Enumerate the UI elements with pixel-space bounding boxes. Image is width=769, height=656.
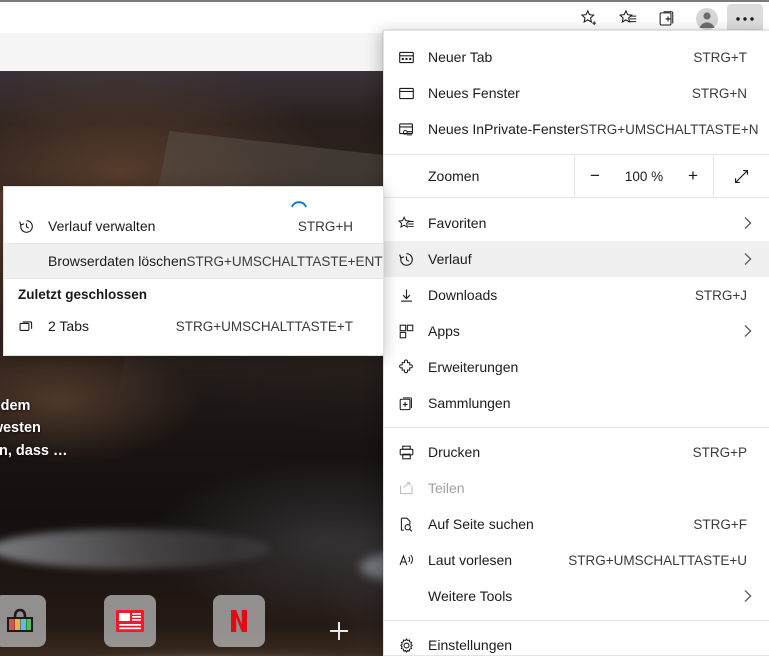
fullscreen-icon[interactable]: [713, 154, 769, 198]
collections-icon: [384, 395, 428, 412]
history-item-shortcut: STRG+UMSCHALTTASTE+ENTF: [186, 253, 384, 269]
share-icon: [384, 480, 428, 497]
shortcut-tile-news[interactable]: [104, 595, 156, 647]
shortcut-tile-netflix[interactable]: [213, 595, 265, 647]
recently-closed-item-2-tabs[interactable]: 2 Tabs STRG+UMSCHALTTASTE+T: [4, 309, 383, 343]
menu-item-label: Auf Seite suchen: [428, 516, 534, 532]
chevron-right-icon: [743, 252, 753, 267]
downloads-icon: [384, 287, 428, 304]
menu-item-label: Apps: [428, 323, 460, 339]
chevron-right-icon: [743, 324, 753, 339]
history-clock-icon: [384, 251, 428, 268]
menu-item-new-inprivate-window[interactable]: Neues InPrivate-Fenster STRG+UMSCHALTTAS…: [384, 111, 769, 147]
settings-and-more-icon[interactable]: [727, 4, 763, 33]
browser-toolbar: [0, 0, 769, 33]
menu-item-label: Neues Fenster: [428, 85, 520, 101]
menu-item-shortcut: STRG+F: [693, 516, 747, 532]
menu-item-print[interactable]: Drucken STRG+P: [384, 434, 769, 470]
collections-icon[interactable]: [649, 4, 686, 33]
profile-avatar[interactable]: [688, 4, 725, 33]
menu-item-new-tab[interactable]: Neuer Tab STRG+T: [384, 39, 769, 75]
menu-item-label: Sammlungen: [428, 395, 511, 411]
recently-closed-item-label: 2 Tabs: [48, 318, 89, 334]
recently-closed-group-title: Zuletzt geschlossen: [18, 286, 148, 302]
zoom-in-button[interactable]: +: [673, 154, 713, 198]
menu-item-label: Drucken: [428, 444, 481, 460]
edge-settings-menu: Neuer Tab STRG+T Neues Fenster STRG+N Ne…: [383, 30, 769, 656]
menu-item-extensions[interactable]: Erweiterungen: [384, 349, 769, 385]
menu-item-label: Favoriten: [428, 215, 487, 231]
menu-item-shortcut: STRG+UMSCHALTTASTE+N: [579, 121, 759, 137]
news-teaser-text: ber dem üdwesten agen, dass …: [0, 398, 68, 459]
menu-item-apps[interactable]: Apps: [384, 313, 769, 349]
store-icon: [7, 608, 33, 632]
shortcut-tile-store[interactable]: [0, 595, 46, 647]
menu-item-more-tools[interactable]: Weitere Tools: [384, 578, 769, 614]
menu-item-find-on-page[interactable]: Auf Seite suchen STRG+F: [384, 506, 769, 542]
apps-grid-icon: [384, 323, 428, 340]
zoom-label: Zoomen: [428, 168, 480, 184]
menu-item-favorites[interactable]: Favoriten: [384, 205, 769, 241]
history-item-clear-browsing-data[interactable]: Browserdaten löschen STRG+UMSCHALTTASTE+…: [4, 244, 383, 278]
zoom-out-button[interactable]: −: [575, 154, 615, 198]
history-item-shortcut: STRG+H: [297, 218, 353, 234]
tabs-icon: [4, 318, 48, 335]
extensions-puzzle-icon: [384, 359, 428, 376]
background-surf-1: [0, 529, 270, 569]
menu-item-read-aloud[interactable]: Laut vorlesen STRG+UMSCHALTTASTE+U: [384, 542, 769, 578]
menu-item-label: Laut vorlesen: [428, 552, 513, 568]
menu-item-label: Verlauf: [428, 251, 472, 267]
find-on-page-icon: [384, 516, 428, 533]
menu-item-label: Neues InPrivate-Fenster: [428, 121, 580, 137]
history-item-label: Browserdaten löschen: [48, 253, 187, 269]
mouse-cursor-crosshair: [330, 622, 348, 640]
print-icon: [384, 444, 428, 461]
history-item-manage-history[interactable]: Verlauf verwalten STRG+H: [4, 209, 383, 243]
menu-item-label: Downloads: [428, 287, 498, 303]
read-aloud-icon: [384, 552, 428, 569]
menu-item-shortcut: STRG+T: [693, 49, 747, 65]
history-item-label: Verlauf verwalten: [48, 218, 156, 234]
zoom-row: Zoomen − 100 % +: [384, 154, 769, 198]
menu-item-history[interactable]: Verlauf: [384, 241, 769, 277]
gear-icon: [384, 637, 428, 654]
favorites-star-icon: [384, 215, 428, 232]
add-favorite-icon[interactable]: [571, 4, 608, 33]
menu-separator: [384, 427, 769, 428]
menu-item-collections[interactable]: Sammlungen: [384, 385, 769, 421]
favorites-icon[interactable]: [610, 4, 647, 33]
menu-item-label: Weitere Tools: [428, 588, 513, 604]
news-icon: [116, 610, 144, 632]
menu-item-shortcut: STRG+N: [691, 85, 747, 101]
history-flyout-header: [4, 187, 383, 209]
new-tab-icon: [384, 49, 428, 66]
inprivate-window-icon: [384, 121, 428, 138]
zoom-controls: − 100 % +: [574, 154, 713, 198]
menu-item-shortcut: STRG+P: [692, 444, 747, 460]
menu-item-label: Neuer Tab: [428, 49, 493, 65]
menu-item-shortcut: STRG+UMSCHALTTASTE+U: [568, 552, 747, 568]
recently-closed-item-shortcut: STRG+UMSCHALTTASTE+T: [175, 318, 353, 334]
menu-item-label: Teilen: [428, 480, 465, 496]
chevron-right-icon: [743, 216, 753, 231]
chevron-right-icon: [743, 589, 753, 604]
zoom-level-value: 100 %: [624, 168, 664, 184]
screen: ber dem üdwesten agen, dass …: [0, 0, 769, 656]
menu-item-settings[interactable]: Einstellungen: [384, 627, 769, 655]
netflix-icon: [231, 610, 247, 632]
menu-separator: [384, 620, 769, 621]
history-clock-icon: [4, 218, 48, 235]
menu-item-downloads[interactable]: Downloads STRG+J: [384, 277, 769, 313]
menu-item-share: Teilen: [384, 470, 769, 506]
history-flyout: Verlauf verwalten STRG+H Browserdaten lö…: [3, 186, 384, 356]
menu-item-label: Einstellungen: [428, 637, 513, 653]
new-window-icon: [384, 85, 428, 102]
menu-item-label: Erweiterungen: [428, 359, 519, 375]
menu-item-new-window[interactable]: Neues Fenster STRG+N: [384, 75, 769, 111]
menu-item-shortcut: STRG+J: [694, 287, 747, 303]
